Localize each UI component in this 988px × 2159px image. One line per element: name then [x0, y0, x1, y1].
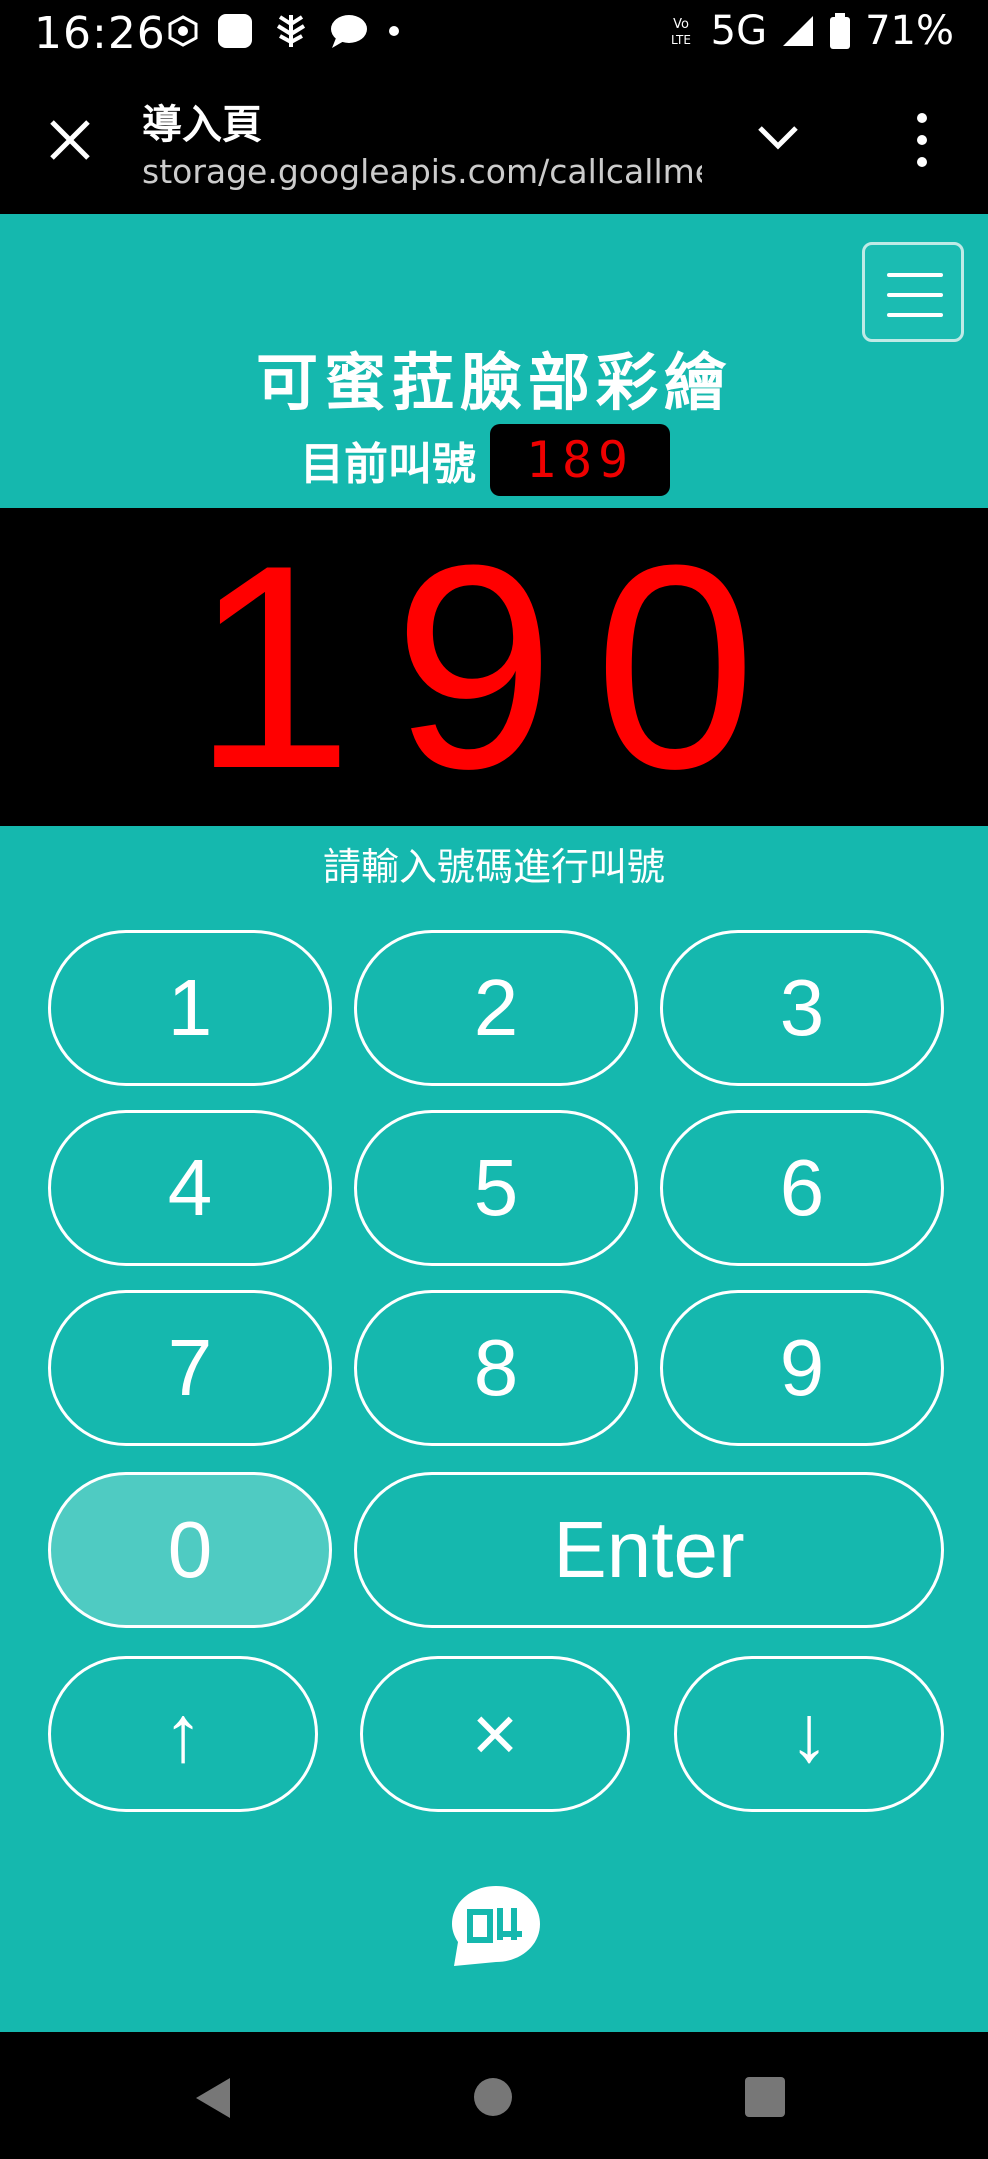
volte-icon: Vo LTE — [671, 17, 691, 47]
key-7[interactable]: 7 — [48, 1290, 332, 1446]
app-icon — [218, 14, 252, 48]
svg-text:Vo: Vo — [673, 17, 689, 32]
key-6[interactable]: 6 — [660, 1110, 944, 1266]
battery-icon — [830, 13, 851, 49]
current-number-display: 189 — [490, 424, 670, 496]
vpn-icon — [168, 15, 198, 47]
status-time: 16:26 — [34, 8, 166, 59]
browser-toolbar: 導入頁 storage.googleapis.com/callcallme/c — [0, 68, 988, 214]
battery-percent: 71% — [865, 8, 954, 54]
input-number-display: 190 — [192, 505, 796, 829]
status-bar: 16:26 Vo LTE 5G 71% — [0, 0, 988, 68]
call-logo-icon — [452, 1886, 540, 1966]
shop-header: 可蜜菈臉部彩繪 目前叫號 189 — [0, 214, 988, 508]
page-url[interactable]: storage.googleapis.com/callcallme/c — [142, 152, 702, 191]
up-arrow-button[interactable]: ↑ — [48, 1656, 318, 1812]
menu-button[interactable] — [862, 242, 964, 342]
chevron-down-icon[interactable] — [754, 120, 802, 156]
key-8[interactable]: 8 — [354, 1290, 638, 1446]
clear-button[interactable]: × — [360, 1656, 630, 1812]
dot-icon — [389, 26, 399, 36]
key-3[interactable]: 3 — [660, 930, 944, 1086]
recents-icon[interactable] — [744, 2076, 786, 2118]
keypad-hint: 請輸入號碼進行叫號 — [322, 845, 665, 889]
key-4[interactable]: 4 — [48, 1110, 332, 1266]
key-9[interactable]: 9 — [660, 1290, 944, 1446]
menu-icon-bar — [887, 313, 943, 317]
back-icon[interactable] — [194, 2076, 234, 2120]
leaf-icon — [276, 15, 306, 47]
svg-text:LTE: LTE — [671, 33, 691, 47]
close-icon[interactable] — [44, 114, 96, 166]
page-title: 導入頁 — [142, 102, 262, 148]
key-0[interactable]: 0 — [48, 1472, 332, 1628]
more-options-icon[interactable] — [910, 108, 934, 172]
enter-button[interactable]: Enter — [354, 1472, 944, 1628]
menu-icon-bar — [887, 293, 943, 297]
status-notification-icons — [168, 12, 400, 50]
key-1[interactable]: 1 — [48, 930, 332, 1086]
number-display-panel: 190 — [0, 508, 988, 826]
network-type: 5G — [710, 8, 768, 54]
current-number-row: 目前叫號 189 — [300, 422, 670, 498]
shop-name: 可蜜菈臉部彩繪 — [255, 346, 732, 419]
chat-icon — [331, 15, 367, 48]
system-nav-bar — [0, 2032, 988, 2159]
down-arrow-button[interactable]: ↓ — [674, 1656, 944, 1812]
home-icon[interactable] — [472, 2076, 514, 2118]
key-5[interactable]: 5 — [354, 1110, 638, 1266]
menu-icon — [887, 273, 943, 277]
current-number-label: 目前叫號 — [300, 439, 476, 490]
signal-icon — [783, 16, 814, 46]
key-2[interactable]: 2 — [354, 930, 638, 1086]
